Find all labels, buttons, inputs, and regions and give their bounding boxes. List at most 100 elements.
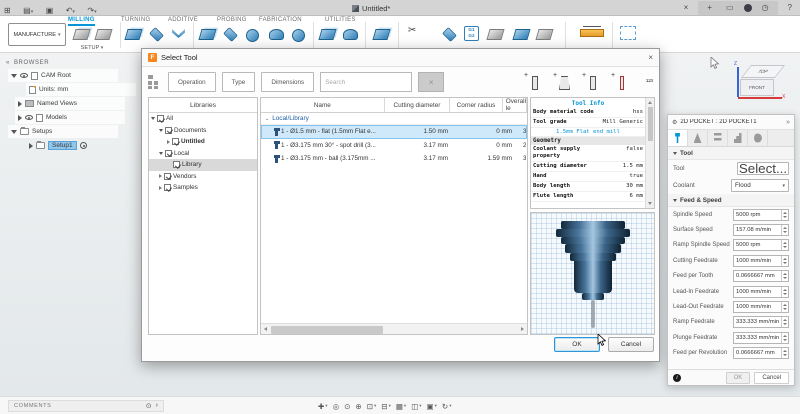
browser-item-named-views[interactable]: Named Views: [15, 97, 125, 110]
column-header-name[interactable]: ˆName: [261, 98, 385, 112]
expand-open-icon[interactable]: [11, 74, 17, 78]
adaptive-clearing-icon[interactable]: [124, 25, 143, 42]
step-up-icon[interactable]: [783, 212, 787, 214]
plunge-feedrate-input[interactable]: 333.333 mm/min: [733, 332, 789, 344]
step-down-icon[interactable]: [783, 262, 787, 264]
grid-settings-icon[interactable]: ▦▾: [396, 402, 406, 411]
tool-preview[interactable]: [530, 212, 655, 335]
table-row-flat-endmill[interactable]: 1 - Ø1.5 mm - flat (1.5mm Flat e... 1.50…: [261, 125, 527, 139]
comments-expand-icon[interactable]: ›: [156, 402, 158, 410]
stepper[interactable]: [781, 302, 788, 312]
new-setup-icon[interactable]: [72, 25, 91, 42]
tree-closed-icon[interactable]: [159, 174, 162, 178]
tab-utilities[interactable]: UTILITIES: [325, 17, 356, 23]
lead-in-feedrate-input[interactable]: 1000 mm/min: [733, 286, 789, 298]
viewcube[interactable]: Z TOP FRONT X: [736, 61, 792, 119]
scrollbar-thumb[interactable]: [271, 326, 383, 334]
new-mill-tool-icon[interactable]: [530, 75, 539, 89]
2d-contour-icon[interactable]: [221, 25, 240, 42]
tab-linking[interactable]: [748, 130, 768, 146]
horizontal-scrollbar[interactable]: [261, 323, 527, 334]
new-probe-icon[interactable]: [617, 75, 626, 89]
browser-item-setups[interactable]: Setups: [8, 125, 118, 138]
stepper[interactable]: [781, 348, 788, 358]
face-icon[interactable]: [170, 25, 189, 42]
library-node-vendors[interactable]: Vendors: [149, 171, 257, 183]
vertical-scrollbar[interactable]: [645, 98, 654, 208]
checkbox-checked[interactable]: [165, 127, 172, 134]
stepper[interactable]: [781, 240, 788, 250]
type-filter-button[interactable]: Type: [222, 72, 256, 92]
scroll-down-icon[interactable]: [648, 202, 652, 205]
simulate-icon[interactable]: [372, 25, 391, 42]
scrollbar-thumb[interactable]: [648, 107, 653, 141]
panel-ok-button[interactable]: OK: [726, 372, 751, 384]
tree-open-icon[interactable]: [159, 152, 163, 155]
stepper[interactable]: [781, 225, 788, 235]
lead-out-feedrate-input[interactable]: 1000 mm/min: [733, 301, 789, 313]
column-header-cutting-diameter[interactable]: Cutting diameter: [385, 98, 451, 112]
renumber-tools-icon[interactable]: ¹²³: [646, 79, 653, 86]
drill-icon[interactable]: [341, 25, 360, 42]
section-feed-speed[interactable]: Feed & Speed: [668, 194, 794, 207]
checkbox-checked[interactable]: [172, 138, 179, 145]
new-tab-icon[interactable]: +: [703, 0, 716, 16]
tree-open-icon[interactable]: [151, 117, 155, 120]
operation-panel-header[interactable]: ⚙ 2D POCKET : 2D POCKET1 »: [668, 115, 794, 130]
ramp-feedrate-input[interactable]: 333.333 mm/min: [733, 316, 789, 328]
scroll-right-icon[interactable]: [521, 327, 524, 331]
expand-panel-icon[interactable]: »: [786, 119, 790, 126]
2d-pocket-icon[interactable]: [198, 25, 217, 42]
avatar[interactable]: [744, 4, 752, 12]
group-expand-icon[interactable]: ⌄: [265, 116, 269, 122]
checkbox-checked[interactable]: [165, 150, 172, 157]
tab-probing[interactable]: PROBING: [217, 17, 247, 23]
search-clear-icon[interactable]: ×: [418, 72, 444, 92]
browser-item-units[interactable]: Units: mm: [26, 83, 136, 96]
step-up-icon[interactable]: [783, 335, 787, 337]
step-down-icon[interactable]: [783, 354, 787, 356]
table-row-ball-endmill[interactable]: 1 - Ø3.175 mm - ball (3.175mm ... 3.17 m…: [261, 152, 527, 166]
step-down-icon[interactable]: [783, 231, 787, 233]
feed-per-tooth-input[interactable]: 0.0666667 mm: [733, 270, 789, 282]
operation-filter-button[interactable]: Operation: [168, 72, 216, 92]
display-settings-icon[interactable]: ⊟▾: [381, 402, 391, 411]
stepper[interactable]: [781, 317, 788, 327]
machine-library-icon[interactable]: [535, 25, 554, 42]
tab-turning[interactable]: TURNING: [121, 17, 150, 23]
post-process-icon[interactable]: G1 G2: [464, 26, 479, 41]
clock-icon[interactable]: ◷: [758, 0, 773, 16]
dimensions-filter-button[interactable]: Dimensions: [261, 72, 314, 92]
new-holder-icon[interactable]: [559, 75, 568, 89]
feed-per-revolution-input[interactable]: 0.0666667 mm: [733, 347, 789, 359]
dialog-close-icon[interactable]: ×: [648, 53, 653, 62]
library-node-local[interactable]: Local: [149, 148, 257, 160]
manufacture-workspace-button[interactable]: MANUFACTURE ▾: [8, 23, 66, 46]
step-down-icon[interactable]: [783, 339, 787, 341]
coolant-dropdown[interactable]: Flood ▾: [731, 179, 789, 192]
tab-geometry[interactable]: [688, 130, 708, 146]
expand-closed-icon[interactable]: [18, 101, 22, 107]
column-header-overall-length[interactable]: Overall le: [503, 98, 527, 112]
step-up-icon[interactable]: [783, 319, 787, 321]
checkbox-checked[interactable]: [157, 115, 164, 122]
selection-tool-icon[interactable]: [620, 26, 636, 40]
setup-group-label[interactable]: SETUP ▾: [66, 45, 118, 51]
stock-icon[interactable]: [440, 25, 459, 42]
library-node-untitled[interactable]: Untitled: [149, 136, 257, 148]
tree-open-icon[interactable]: [159, 129, 163, 132]
step-up-icon[interactable]: [783, 242, 787, 244]
column-header-corner-radius[interactable]: Corner radius: [450, 98, 503, 112]
tab-heights[interactable]: [708, 130, 728, 146]
orbit-icon[interactable]: ◎: [333, 402, 340, 411]
close-tab-icon[interactable]: ×: [680, 0, 693, 16]
comments-indicator-icon[interactable]: ⊙: [146, 402, 152, 410]
visual-style-icon[interactable]: ▣▾: [427, 402, 437, 411]
viewcube-front-face[interactable]: FRONT: [740, 79, 774, 96]
scroll-up-icon[interactable]: [648, 101, 652, 104]
help-icon[interactable]: ?: [784, 0, 796, 16]
thread-icon[interactable]: [290, 25, 309, 42]
comments-bar[interactable]: COMMENTS ⊙ ›: [8, 400, 164, 412]
checkbox-checked[interactable]: [164, 173, 171, 180]
surface-speed-input[interactable]: 157.08 m/min: [733, 224, 789, 236]
